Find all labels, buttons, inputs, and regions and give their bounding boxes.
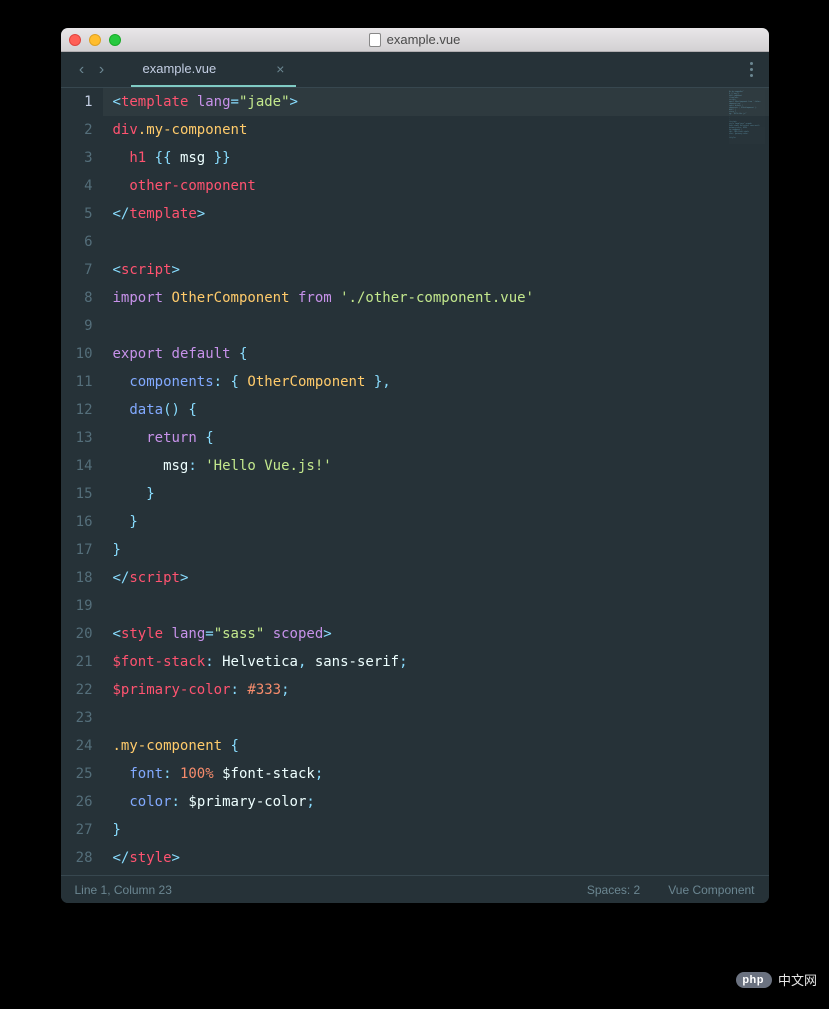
code-line[interactable]: } [113,508,769,536]
editor-area[interactable]: 1234567891011121314151617181920212223242… [61,88,769,875]
code-line[interactable]: font: 100% $font-stack; [113,760,769,788]
code-line[interactable] [113,592,769,620]
line-number: 8 [61,284,93,312]
statusbar: Line 1, Column 23 Spaces: 2 Vue Componen… [61,875,769,903]
code-line[interactable]: color: $primary-color; [113,788,769,816]
line-number: 5 [61,200,93,228]
line-number: 13 [61,424,93,452]
tab-label: example.vue [143,61,217,76]
code-line[interactable]: components: { OtherComponent }, [113,368,769,396]
zoom-window-button[interactable] [109,34,121,46]
watermark-text: 中文网 [778,970,817,989]
line-number: 12 [61,396,93,424]
titlebar[interactable]: example.vue [61,28,769,52]
minimap[interactable]: <template lang="jade">div.my-component h… [729,90,765,144]
traffic-lights [69,34,121,46]
code-line[interactable]: </script> [113,564,769,592]
code-line[interactable] [113,704,769,732]
line-number: 9 [61,312,93,340]
line-number: 11 [61,368,93,396]
line-number: 16 [61,508,93,536]
line-number: 6 [61,228,93,256]
line-number: 21 [61,648,93,676]
code-line[interactable]: <style lang="sass" scoped> [113,620,769,648]
code-line[interactable]: .my-component { [113,732,769,760]
window-title-text: example.vue [387,32,461,47]
close-window-button[interactable] [69,34,81,46]
code-line[interactable]: export default { [113,340,769,368]
code-line[interactable]: } [113,536,769,564]
tab-active[interactable]: example.vue × [131,52,297,87]
code-line[interactable] [113,312,769,340]
nav-back-button[interactable]: ‹ [73,61,91,79]
code-line[interactable]: msg: 'Hello Vue.js!' [113,452,769,480]
code-line[interactable]: h1 {{ msg }} [113,144,769,172]
line-number: 28 [61,844,93,872]
code-line[interactable]: <template lang="jade"> [103,88,769,116]
code-line[interactable]: other-component [113,172,769,200]
code-line[interactable]: return { [113,424,769,452]
status-language[interactable]: Vue Component [668,883,754,897]
line-number: 24 [61,732,93,760]
line-gutter: 1234567891011121314151617181920212223242… [61,88,103,875]
line-number: 1 [61,88,93,116]
line-number: 15 [61,480,93,508]
line-number: 10 [61,340,93,368]
code-line[interactable]: </style> [113,844,769,872]
code-line[interactable] [113,228,769,256]
code-line[interactable]: } [113,480,769,508]
line-number: 27 [61,816,93,844]
line-number: 23 [61,704,93,732]
more-menu-button[interactable] [750,62,761,77]
line-number: 2 [61,116,93,144]
line-number: 18 [61,564,93,592]
line-number: 19 [61,592,93,620]
code-line[interactable]: $font-stack: Helvetica, sans-serif; [113,648,769,676]
code-line[interactable]: import OtherComponent from './other-comp… [113,284,769,312]
minimize-window-button[interactable] [89,34,101,46]
line-number: 17 [61,536,93,564]
editor-window: example.vue ‹ › example.vue × 1234567891… [61,28,769,903]
code-line[interactable]: div.my-component [113,116,769,144]
file-icon [369,33,381,47]
code-line[interactable]: } [113,816,769,844]
status-cursor[interactable]: Line 1, Column 23 [75,883,172,897]
tabbar: ‹ › example.vue × [61,52,769,88]
code-line[interactable]: <script> [113,256,769,284]
tab-close-button[interactable]: × [276,61,284,77]
line-number: 14 [61,452,93,480]
nav-forward-button[interactable]: › [93,61,111,79]
status-indent[interactable]: Spaces: 2 [587,883,640,897]
window-title: example.vue [61,32,769,47]
line-number: 3 [61,144,93,172]
code-line[interactable]: data() { [113,396,769,424]
watermark-badge: php [736,972,772,988]
line-number: 7 [61,256,93,284]
code-content[interactable]: <template lang="jade">div.my-component h… [103,88,769,875]
nav-arrows: ‹ › [73,61,111,79]
line-number: 25 [61,760,93,788]
code-line[interactable]: </template> [113,200,769,228]
line-number: 4 [61,172,93,200]
watermark: php 中文网 [736,970,817,989]
code-line[interactable]: $primary-color: #333; [113,676,769,704]
line-number: 20 [61,620,93,648]
line-number: 26 [61,788,93,816]
line-number: 22 [61,676,93,704]
